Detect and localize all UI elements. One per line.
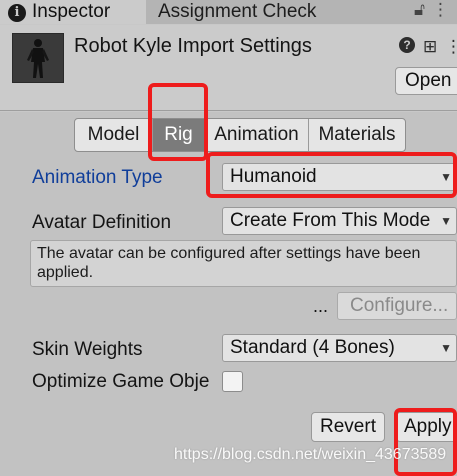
dropdown-arrow-icon: ▼: [440, 341, 452, 355]
importer-tab-bar: Model Rig Animation Materials: [74, 118, 406, 152]
tab-materials[interactable]: Materials: [309, 119, 405, 151]
revert-button[interactable]: Revert: [311, 412, 385, 442]
help-icon[interactable]: ?: [399, 37, 415, 53]
optimize-game-objects-label: Optimize Game Obje: [32, 371, 210, 392]
tab-animation[interactable]: Animation: [205, 119, 309, 151]
tab-assignment-check[interactable]: Assignment Check: [146, 0, 457, 24]
info-icon: i: [8, 4, 26, 22]
animation-type-dropdown[interactable]: Humanoid ▼: [222, 163, 457, 191]
apply-button[interactable]: Apply: [396, 412, 457, 442]
inspector-header: Robot Kyle Import Settings ? ⊞ ⋮ Open: [0, 25, 457, 111]
menu-icon[interactable]: ⋮: [432, 0, 449, 20]
avatar-definition-label: Avatar Definition: [32, 212, 172, 233]
model-preview-thumbnail: [12, 33, 64, 83]
animation-type-value: Humanoid: [230, 166, 317, 187]
watermark-text: https://blog.csdn.net/weixin_43673589: [174, 446, 447, 463]
editor-tab-strip: i Inspector Assignment Check 🔓︎ ⋮: [0, 0, 457, 24]
presets-icon[interactable]: ⊞: [423, 37, 437, 57]
avatar-help-box: The avatar can be configured after setti…: [30, 240, 457, 287]
dropdown-arrow-icon: ▼: [440, 214, 452, 228]
open-button[interactable]: Open: [395, 67, 457, 95]
ellipsis-text: ...: [313, 296, 329, 316]
robot-figure-icon: [13, 34, 63, 82]
skin-weights-value: Standard (4 Bones): [230, 337, 395, 358]
tab-inspector[interactable]: i Inspector: [0, 0, 146, 24]
avatar-definition-value: Create From This Mode: [230, 210, 431, 231]
page-title: Robot Kyle Import Settings: [74, 35, 312, 57]
skin-weights-dropdown[interactable]: Standard (4 Bones) ▼: [222, 334, 457, 362]
dropdown-arrow-icon: ▼: [440, 170, 452, 184]
avatar-definition-dropdown[interactable]: Create From This Mode ▼: [222, 207, 457, 235]
configure-button[interactable]: Configure...: [337, 292, 457, 320]
lock-icon[interactable]: 🔓︎: [414, 0, 425, 20]
skin-weights-label: Skin Weights: [32, 339, 143, 360]
animation-type-label: Animation Type: [32, 167, 163, 188]
tab-model[interactable]: Model: [75, 119, 153, 151]
tab-rig[interactable]: Rig: [153, 119, 205, 151]
tab-inspector-label: Inspector: [32, 1, 111, 22]
optimize-game-objects-checkbox[interactable]: [222, 371, 243, 392]
more-icon[interactable]: ⋮: [445, 37, 457, 57]
tab-assignment-check-label: Assignment Check: [158, 1, 317, 22]
